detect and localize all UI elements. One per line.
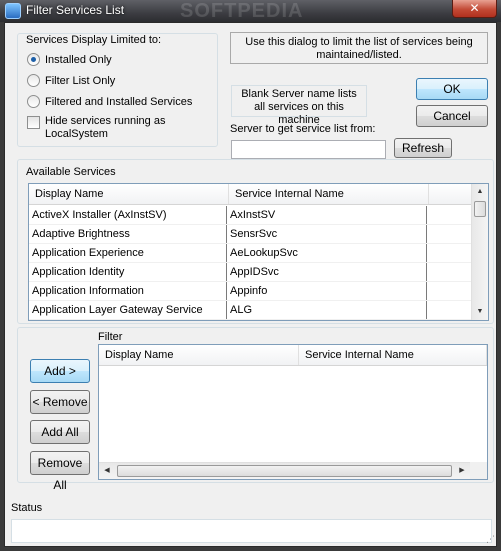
cell-display-name: ActiveX Installer (AxInstSV)	[29, 206, 227, 224]
status-field	[11, 519, 492, 543]
cell-internal-name: AeLookupSvc	[227, 244, 427, 262]
cell-internal-name: SensrSvc	[227, 225, 427, 243]
info-text: Use this dialog to limit the list of ser…	[230, 32, 488, 64]
cell-internal-name: AppIDSvc	[227, 263, 427, 281]
table-row[interactable]: Application Layer Gateway Service ALG	[29, 301, 471, 320]
server-label: Server to get service list from:	[230, 123, 376, 135]
radio-filtered-and-installed-control[interactable]	[27, 95, 40, 108]
radio-filtered-and-installed-label: Filtered and Installed Services	[45, 95, 193, 108]
add-button[interactable]: Add >	[30, 359, 90, 383]
radio-installed-only[interactable]: Installed Only	[27, 53, 112, 66]
remove-all-button[interactable]: Remove All	[30, 451, 90, 492]
available-services-list[interactable]: Display Name Service Internal Name Activ…	[28, 183, 489, 321]
status-label: Status	[11, 502, 43, 514]
scroll-up-icon[interactable]: ▲	[472, 184, 488, 200]
cancel-button[interactable]: Cancel	[416, 105, 488, 127]
cell-internal-name: AxInstSV	[227, 206, 427, 224]
radio-filter-list-only-control[interactable]	[27, 74, 40, 87]
scroll-thumb[interactable]	[474, 201, 486, 217]
remove-button[interactable]: < Remove	[30, 390, 90, 414]
app-icon	[5, 3, 21, 19]
available-services-rows: ActiveX Installer (AxInstSV) AxInstSV Adap…	[29, 206, 471, 320]
table-row[interactable]: Application Identity AppIDSvc	[29, 263, 471, 282]
table-row[interactable]: Application Information Appinfo	[29, 282, 471, 301]
radio-filter-list-only[interactable]: Filter List Only	[27, 74, 115, 87]
filter-header: Display Name Service Internal Name	[99, 345, 487, 366]
ok-button[interactable]: OK	[416, 78, 488, 100]
cell-display-name: Adaptive Brightness	[29, 225, 227, 243]
filter-label: Filter	[98, 331, 123, 343]
hide-localsystem-checkbox-row[interactable]: Hide services running as LocalSystem	[27, 115, 177, 141]
scroll-right-icon[interactable]: ▶	[454, 463, 470, 479]
available-col-internal-name[interactable]: Service Internal Name	[229, 184, 429, 204]
display-limit-label: Services Display Limited to:	[26, 34, 162, 46]
hide-localsystem-checkbox[interactable]	[27, 116, 40, 129]
scroll-left-icon[interactable]: ◀	[99, 463, 115, 479]
filter-col-internal-name[interactable]: Service Internal Name	[299, 345, 487, 365]
title-bar: SOFTPEDIA Filter Services List ✕	[0, 0, 501, 22]
add-all-button[interactable]: Add All	[30, 420, 90, 444]
table-row[interactable]: ActiveX Installer (AxInstSV) AxInstSV	[29, 206, 471, 225]
dialog-client: Services Display Limited to: Installed O…	[4, 22, 497, 547]
radio-filtered-and-installed[interactable]: Filtered and Installed Services	[27, 95, 192, 108]
watermark: SOFTPEDIA	[180, 0, 304, 22]
blank-server-note: Blank Server name lists all services on …	[231, 85, 367, 126]
filter-col-display-name[interactable]: Display Name	[99, 345, 299, 365]
cell-display-name: Application Layer Gateway Service	[29, 301, 227, 319]
available-services-header: Display Name Service Internal Name	[29, 184, 471, 205]
radio-installed-only-control[interactable]	[27, 53, 40, 66]
table-row[interactable]: Application Experience AeLookupSvc	[29, 244, 471, 263]
available-vertical-scrollbar[interactable]: ▲ ▼	[471, 184, 488, 320]
refresh-button[interactable]: Refresh	[394, 138, 452, 158]
scroll-corner	[470, 462, 487, 479]
available-col-display-name[interactable]: Display Name	[29, 184, 229, 204]
available-services-label: Available Services	[26, 166, 116, 178]
hide-localsystem-label: Hide services running as LocalSystem	[45, 115, 166, 140]
filter-list[interactable]: Display Name Service Internal Name ◀ ▶	[98, 344, 488, 480]
scroll-down-icon[interactable]: ▼	[472, 304, 488, 320]
size-grip-icon[interactable]: ⋰	[486, 534, 495, 545]
filter-scroll-thumb[interactable]	[117, 465, 452, 477]
cell-display-name: Application Experience	[29, 244, 227, 262]
cell-internal-name: Appinfo	[227, 282, 427, 300]
radio-filter-list-only-label: Filter List Only	[45, 74, 116, 87]
table-row[interactable]: Adaptive Brightness SensrSvc	[29, 225, 471, 244]
cell-display-name: Application Information	[29, 282, 227, 300]
window-title: Filter Services List	[26, 3, 125, 17]
radio-installed-only-label: Installed Only	[45, 53, 112, 66]
cell-internal-name: ALG	[227, 301, 427, 319]
cell-display-name: Application Identity	[29, 263, 227, 281]
close-button[interactable]: ✕	[452, 0, 497, 18]
server-input[interactable]	[231, 140, 386, 159]
filter-horizontal-scrollbar[interactable]: ◀ ▶	[99, 462, 470, 479]
